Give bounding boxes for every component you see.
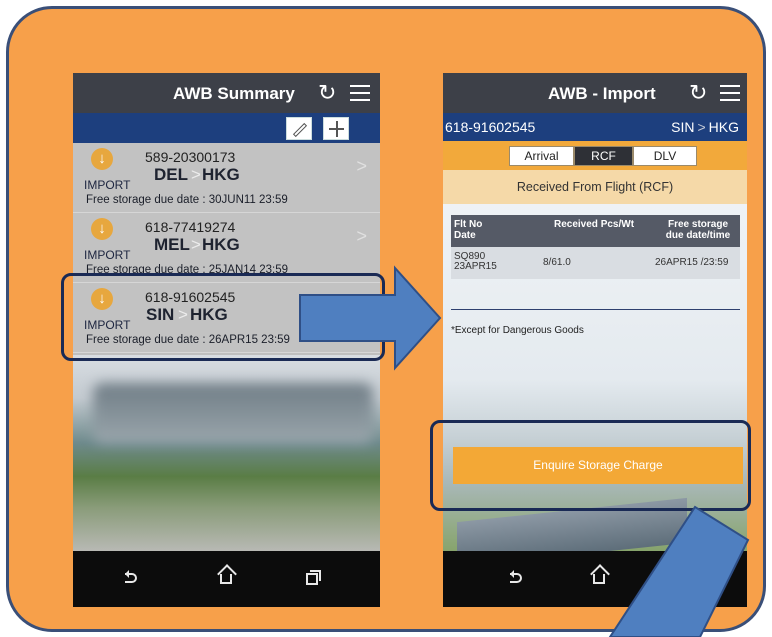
right-arrow — [299, 265, 442, 371]
annotation-arrows — [299, 265, 750, 637]
diagonal-arrow — [608, 505, 750, 637]
